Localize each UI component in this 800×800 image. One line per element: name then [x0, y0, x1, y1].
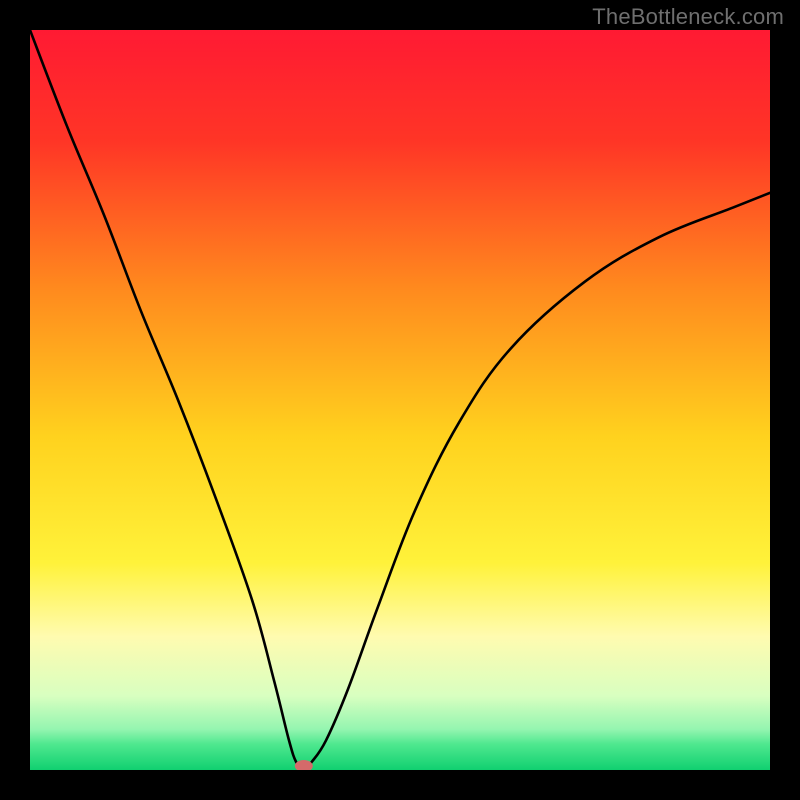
plot-area	[30, 30, 770, 770]
chart-frame: TheBottleneck.com	[0, 0, 800, 800]
plot-svg	[30, 30, 770, 770]
gradient-background	[30, 30, 770, 770]
watermark-text: TheBottleneck.com	[592, 4, 784, 30]
